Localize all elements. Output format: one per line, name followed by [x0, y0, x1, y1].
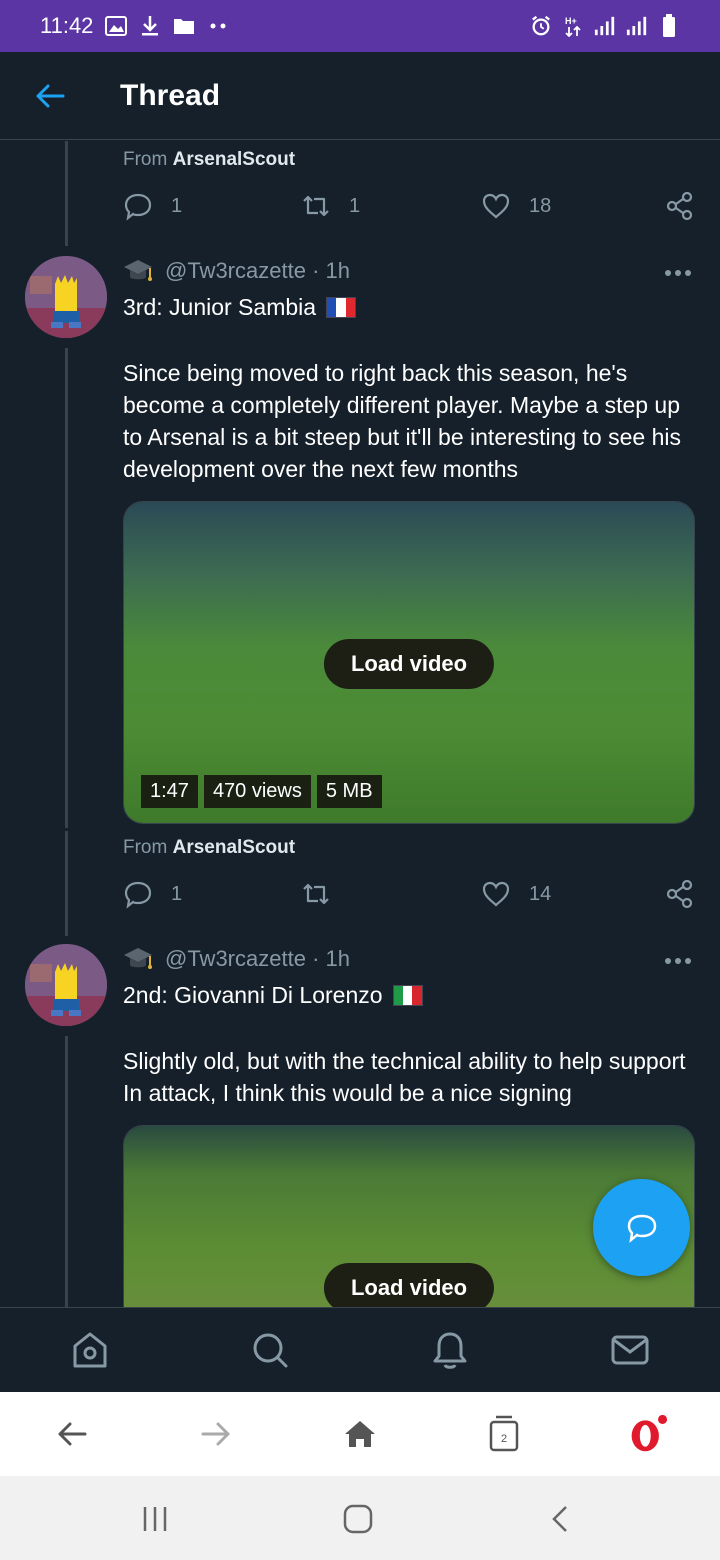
home-icon	[345, 1421, 375, 1447]
source-attribution: From ArsenalScout	[123, 149, 296, 170]
alarm-icon	[530, 15, 552, 37]
mail-icon	[611, 1335, 649, 1365]
tab-home[interactable]	[70, 1330, 110, 1370]
tab-search[interactable]	[250, 1330, 290, 1370]
tweet-body: Since being moved to right back this sea…	[123, 360, 681, 482]
france-flag-icon	[326, 297, 357, 318]
back-arrow-icon	[36, 84, 65, 107]
forward-arrow-icon	[201, 1422, 230, 1446]
avatar[interactable]	[25, 256, 107, 338]
video-views: 470 views	[203, 775, 311, 808]
home-icon	[73, 1332, 107, 1368]
video-player[interactable]: Load video 1:47 470 views 5 MB	[123, 501, 695, 824]
thread-connector	[65, 1036, 68, 1307]
reply-bubble-icon	[627, 1214, 656, 1243]
reply-button[interactable]: 1	[123, 879, 182, 909]
reply-icon	[124, 881, 152, 909]
share-icon	[666, 191, 693, 221]
tabs-icon: 2	[489, 1415, 519, 1452]
more-notifications-icon	[207, 15, 229, 37]
browser-forward-button[interactable]	[196, 1412, 236, 1456]
tweet-title: 3rd: Junior Sambia	[123, 294, 357, 321]
browser-toolbar: 2	[0, 1392, 720, 1476]
home-square-icon	[343, 1504, 373, 1534]
battery-icon	[658, 14, 680, 37]
browser-back-button[interactable]	[52, 1412, 92, 1456]
like-button[interactable]: 18	[481, 191, 551, 221]
bell-icon	[433, 1332, 467, 1369]
opera-logo-icon	[631, 1414, 668, 1452]
browser-home-button[interactable]	[340, 1412, 380, 1456]
tab-messages[interactable]	[610, 1330, 650, 1370]
retweet-button[interactable]	[301, 879, 349, 909]
svg-text:2: 2	[501, 1433, 507, 1445]
tweet-actions: 1 1 18	[123, 191, 698, 227]
thread-connector	[65, 141, 68, 246]
tweet-title: 2nd: Giovanni Di Lorenzo	[123, 982, 423, 1009]
more-options-button[interactable]	[665, 956, 693, 966]
signal-icon	[594, 15, 616, 37]
load-video-button[interactable]: Load video	[323, 639, 495, 689]
tweet-handle[interactable]: @Tw3rcazette	[165, 946, 306, 972]
tweet-handle[interactable]: @Tw3rcazette	[165, 258, 306, 284]
tweet-time: · 1h	[312, 946, 350, 971]
italy-flag-icon	[392, 985, 423, 1006]
app-tab-bar	[0, 1307, 720, 1392]
tweet-header: @Tw3rcazette · 1h	[123, 258, 350, 284]
download-icon	[139, 15, 161, 37]
status-time: 11:42	[40, 13, 94, 38]
avatar[interactable]	[25, 944, 107, 1026]
tweet-header: @Tw3rcazette · 1h	[123, 946, 350, 972]
thread-feed[interactable]: From ArsenalScout 1 1 18 @Tw3rcazette · …	[0, 141, 720, 1307]
tab-notifications[interactable]	[430, 1330, 470, 1370]
reply-fab-button[interactable]	[593, 1179, 690, 1276]
source-name[interactable]: ArsenalScout	[173, 837, 295, 858]
tweet-actions: 1 14	[123, 879, 698, 915]
opera-menu-button[interactable]	[628, 1412, 668, 1456]
thread-connector	[65, 831, 68, 936]
heart-icon	[482, 881, 510, 907]
back-arrow-icon	[58, 1422, 87, 1446]
page-title: Thread	[120, 78, 221, 112]
load-video-button[interactable]: Load video	[323, 1263, 495, 1307]
reply-icon	[124, 193, 152, 221]
video-duration: 1:47	[141, 775, 198, 808]
tweet-body: Slightly old, but with the technical abi…	[123, 1048, 686, 1106]
recent-apps-icon	[143, 1507, 167, 1531]
retweet-icon	[303, 883, 329, 905]
thread-connector	[65, 348, 68, 828]
graduation-cap-icon	[124, 948, 152, 969]
search-icon	[253, 1333, 288, 1368]
video-size: 5 MB	[316, 775, 382, 808]
heart-icon	[482, 193, 510, 219]
status-bar: 11:42 H+	[0, 0, 720, 52]
signal-icon-2	[626, 15, 648, 37]
retweet-icon	[303, 195, 329, 217]
data-icon: H+	[562, 15, 584, 37]
folder-icon	[173, 15, 195, 37]
share-button[interactable]	[665, 191, 695, 221]
system-nav-bar	[0, 1476, 720, 1560]
gallery-icon	[105, 15, 128, 37]
video-meta: 1:47 470 views 5 MB	[141, 775, 382, 808]
like-button[interactable]: 14	[481, 879, 551, 909]
share-button[interactable]	[665, 879, 695, 909]
back-button[interactable]	[20, 66, 80, 126]
back-nav-button[interactable]	[540, 1502, 580, 1536]
source-name[interactable]: ArsenalScout	[173, 149, 295, 170]
reply-button[interactable]: 1	[123, 191, 182, 221]
retweet-button[interactable]: 1	[301, 191, 360, 221]
share-icon	[666, 879, 693, 909]
source-attribution: From ArsenalScout	[123, 837, 296, 858]
tweet-time: · 1h	[312, 258, 350, 283]
recent-apps-button[interactable]	[135, 1502, 175, 1536]
graduation-cap-icon	[124, 260, 152, 281]
home-nav-button[interactable]	[338, 1502, 378, 1536]
svg-text:H+: H+	[565, 16, 577, 26]
chevron-left-icon	[552, 1506, 567, 1532]
more-options-button[interactable]	[665, 268, 693, 278]
app-header: Thread	[0, 52, 720, 140]
browser-tabs-button[interactable]: 2	[484, 1412, 524, 1456]
